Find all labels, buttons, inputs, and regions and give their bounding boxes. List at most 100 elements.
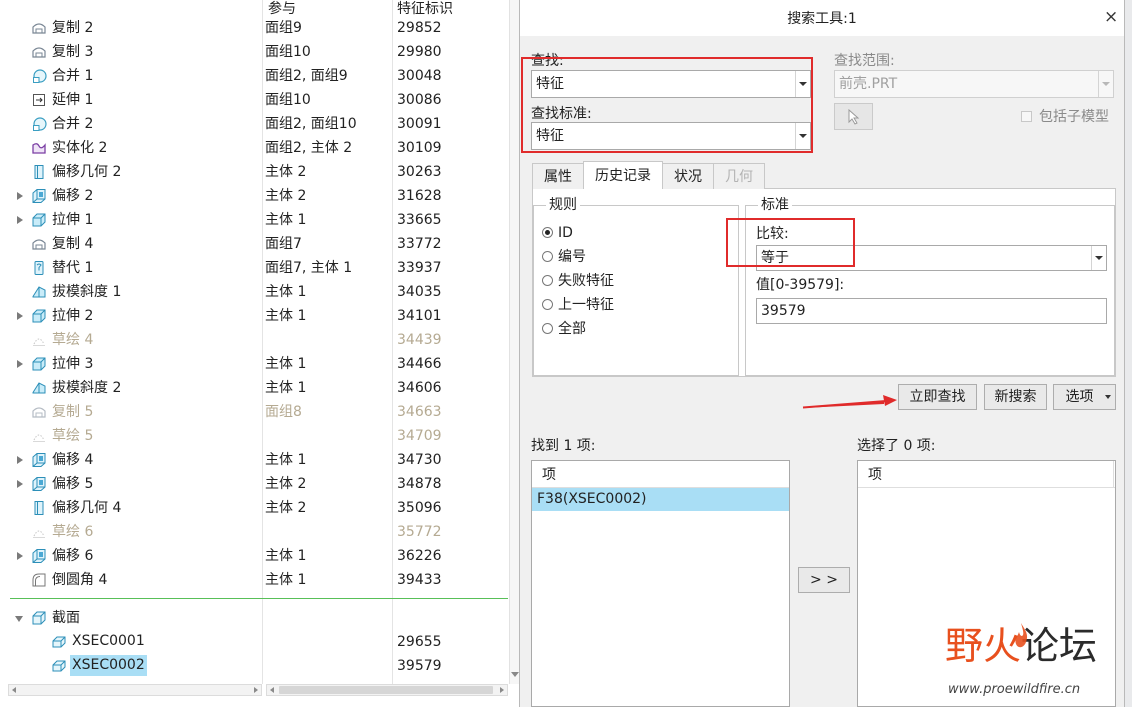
- round-icon: [31, 572, 47, 588]
- tree-row[interactable]: 草绘 6 35772: [0, 520, 508, 544]
- feature-name: 倒圆角 4: [52, 572, 108, 588]
- rules-legend: 规则: [546, 197, 580, 213]
- section-folder-icon: [31, 610, 47, 626]
- dropdown-arrow-icon[interactable]: [1098, 71, 1113, 97]
- tree-row[interactable]: 倒圆角 4 主体 1 39433: [0, 568, 508, 592]
- feature-reference: 面组2, 面组9: [265, 68, 348, 84]
- radio-button[interactable]: [542, 251, 553, 262]
- add-to-selection-button[interactable]: > >: [798, 567, 850, 593]
- scroll-left-arrow-icon[interactable]: [12, 687, 16, 693]
- found-items-list[interactable]: 项 F38(XSEC0002): [531, 460, 790, 707]
- tree-row-section-item[interactable]: XSEC0001 29655: [0, 630, 508, 654]
- scroll-left-arrow-icon[interactable]: [270, 687, 274, 693]
- look-in-select[interactable]: 前壳.PRT: [834, 70, 1114, 98]
- tree-row[interactable]: 合并 2 面组2, 面组10 30091: [0, 112, 508, 136]
- tree-row-section[interactable]: 截面: [0, 606, 508, 630]
- radio-button[interactable]: [542, 275, 553, 286]
- tree-row[interactable]: 拉伸 1 主体 1 33665: [0, 208, 508, 232]
- tree-row[interactable]: 拔模斜度 2 主体 1 34606: [0, 376, 508, 400]
- expand-arrow-icon[interactable]: [17, 360, 23, 368]
- found-list-item[interactable]: F38(XSEC0002): [532, 488, 789, 511]
- annotation-box-compare: [726, 218, 855, 267]
- extend-icon: [31, 92, 47, 108]
- scroll-right-arrow-icon[interactable]: [254, 687, 258, 693]
- dialog-titlebar[interactable]: 搜索工具:1 ×: [520, 0, 1124, 36]
- scroll-thumb[interactable]: [279, 686, 493, 694]
- tree-horizontal-scrollbar-columns[interactable]: [266, 684, 508, 696]
- tree-row[interactable]: 实体化 2 面组2, 主体 2 30109: [0, 136, 508, 160]
- feature-reference: 主体 1: [265, 572, 307, 588]
- tree-row[interactable]: 复制 4 面组7 33772: [0, 232, 508, 256]
- collapse-arrow-icon[interactable]: [15, 616, 23, 622]
- tree-row[interactable]: 草绘 5 34709: [0, 424, 508, 448]
- expand-arrow-icon[interactable]: [17, 552, 23, 560]
- tree-row[interactable]: 偏移几何 2 主体 2 30263: [0, 160, 508, 184]
- found-list-header[interactable]: 项: [532, 461, 789, 488]
- insert-here-line[interactable]: [10, 598, 508, 599]
- feature-reference: 主体 1: [265, 548, 307, 564]
- tree-row[interactable]: 合并 1 面组2, 面组9 30048: [0, 64, 508, 88]
- feature-id: 30263: [397, 164, 442, 180]
- extrude-icon: [31, 356, 47, 372]
- tree-row[interactable]: 延伸 1 面组10 30086: [0, 88, 508, 112]
- tree-row[interactable]: 偏移几何 4 主体 2 35096: [0, 496, 508, 520]
- tree-row[interactable]: 复制 2 面组9 29852: [0, 16, 508, 40]
- close-icon[interactable]: ×: [1104, 8, 1118, 26]
- tree-row[interactable]: 偏移 4 主体 1 34730: [0, 448, 508, 472]
- expand-arrow-icon[interactable]: [17, 312, 23, 320]
- feature-name: 实体化 2: [52, 140, 108, 156]
- expand-arrow-icon[interactable]: [17, 216, 23, 224]
- select-model-button[interactable]: [834, 103, 873, 130]
- column-header-feature-id[interactable]: 特征标识: [397, 1, 453, 17]
- tab-2[interactable]: 状况: [662, 163, 714, 189]
- feature-name: 偏移几何 2: [52, 164, 122, 180]
- feature-reference: 主体 1: [265, 308, 307, 324]
- feature-name: 草绘 5: [52, 428, 94, 444]
- tab-1[interactable]: 历史记录: [583, 161, 663, 189]
- include-submodels-checkbox[interactable]: [1021, 111, 1032, 122]
- feature-reference: 主体 2: [265, 500, 307, 516]
- column-header-ref[interactable]: 参与: [268, 1, 296, 17]
- options-button[interactable]: 选项: [1053, 384, 1116, 410]
- tree-row[interactable]: 偏移 2 主体 2 31628: [0, 184, 508, 208]
- tree-row-section-item[interactable]: XSEC0002 39579: [0, 654, 508, 678]
- selected-list-header[interactable]: 项: [858, 461, 1115, 488]
- tab-3[interactable]: 几何: [713, 163, 765, 189]
- screen: 参与 特征标识 复制 2 面组9 29852 复制 3 面组10 29980 合并 1 面组2…: [0, 0, 1132, 707]
- tree-row[interactable]: 替代 1 面组7, 主体 1 33937: [0, 256, 508, 280]
- tree-row[interactable]: 复制 3 面组10 29980: [0, 40, 508, 64]
- copy-icon: [31, 44, 47, 60]
- tree-row[interactable]: 拉伸 3 主体 1 34466: [0, 352, 508, 376]
- radio-button[interactable]: [542, 299, 553, 310]
- tree-row[interactable]: 草绘 4 34439: [0, 328, 508, 352]
- tree-row[interactable]: 拉伸 2 主体 1 34101: [0, 304, 508, 328]
- feature-id: 33665: [397, 212, 442, 228]
- draft-icon: [31, 284, 47, 300]
- expand-arrow-icon[interactable]: [17, 480, 23, 488]
- radio-button[interactable]: [542, 227, 553, 238]
- tree-row[interactable]: 偏移 5 主体 2 34878: [0, 472, 508, 496]
- scroll-down-arrow-icon[interactable]: [511, 672, 519, 677]
- find-now-button[interactable]: 立即查找: [898, 384, 977, 410]
- scroll-right-arrow-icon[interactable]: [500, 687, 504, 693]
- radio-button[interactable]: [542, 323, 553, 334]
- feature-id: 33772: [397, 236, 442, 252]
- selected-items-list[interactable]: 项: [857, 460, 1116, 707]
- tree-horizontal-scrollbar-name[interactable]: [8, 684, 262, 696]
- feature-reference: 主体 1: [265, 356, 307, 372]
- tree-row[interactable]: 偏移 6 主体 1 36226: [0, 544, 508, 568]
- value-input[interactable]: 39579: [756, 298, 1107, 324]
- chevron-down-icon: [1105, 395, 1111, 399]
- feature-id: 34606: [397, 380, 442, 396]
- expand-arrow-icon[interactable]: [17, 456, 23, 464]
- tab-0[interactable]: 属性: [532, 163, 584, 189]
- options-label: 选项: [1065, 389, 1094, 405]
- new-search-button[interactable]: 新搜索: [984, 384, 1047, 410]
- expand-arrow-icon[interactable]: [17, 192, 23, 200]
- tree-vertical-scrollbar[interactable]: [509, 0, 519, 684]
- dropdown-arrow-icon[interactable]: [1091, 246, 1106, 270]
- tree-row[interactable]: 拔模斜度 1 主体 1 34035: [0, 280, 508, 304]
- feature-name: 延伸 1: [52, 92, 94, 108]
- feature-name: 替代 1: [52, 260, 94, 276]
- tree-row[interactable]: 复制 5 面组8 34663: [0, 400, 508, 424]
